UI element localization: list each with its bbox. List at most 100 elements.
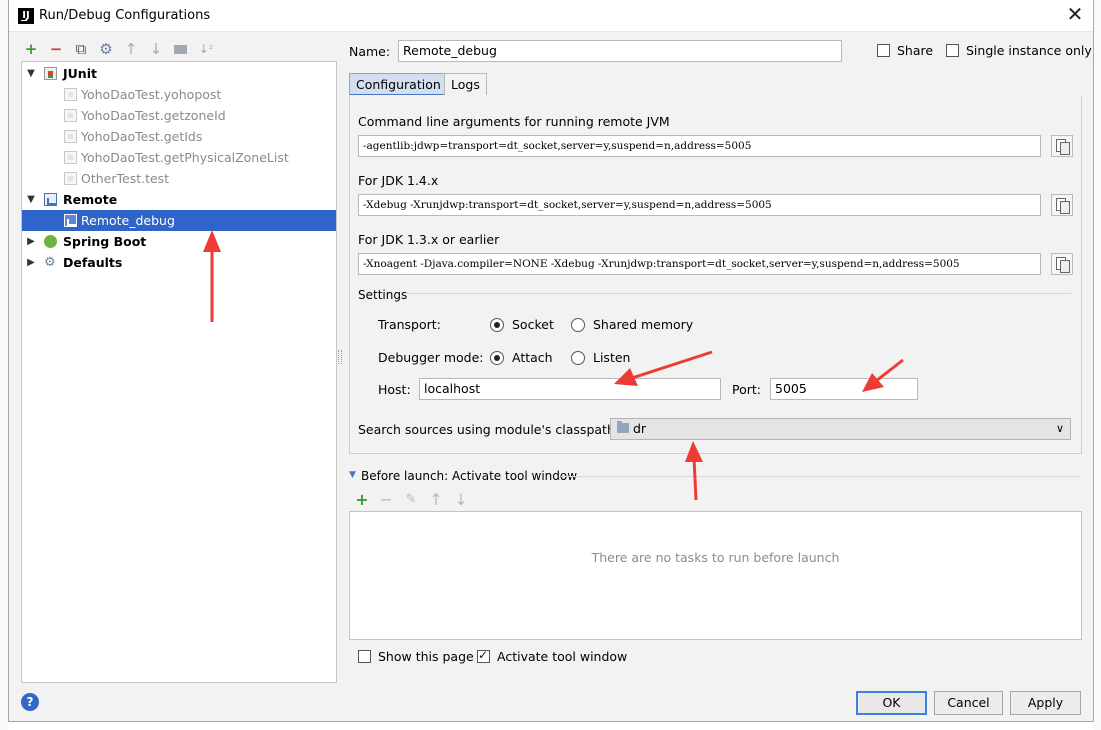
remote-icon [64, 214, 77, 227]
close-icon[interactable]: ✕ [1065, 4, 1085, 25]
tree-item-label: Remote_debug [81, 213, 175, 228]
tree-node-remote[interactable]: ▼ Remote [22, 189, 336, 210]
module-classpath-value: dr [633, 421, 647, 436]
mode-attach-radio[interactable] [490, 351, 504, 365]
transport-socket-radio[interactable] [490, 318, 504, 332]
tree-item-test[interactable]: YohoDaoTest.getzoneId [22, 105, 336, 126]
test-config-icon [64, 151, 77, 164]
chevron-right-icon[interactable]: ▶ [25, 231, 37, 252]
tab-configuration[interactable]: Configuration [349, 73, 448, 96]
tree-node-defaults[interactable]: ▶ ⚙ Defaults [22, 252, 336, 273]
collapse-triangle-icon[interactable]: ▼ [349, 470, 356, 480]
classpath-label: Search sources using module's classpath: [358, 422, 620, 437]
tab-logs[interactable]: Logs [444, 73, 487, 96]
ok-button[interactable]: OK [856, 691, 927, 715]
share-checkbox[interactable] [877, 44, 890, 57]
tree-item-label: OtherTest.test [81, 171, 170, 186]
jdk13-label: For JDK 1.3.x or earlier [358, 232, 500, 247]
host-label: Host: [378, 382, 411, 397]
sort-icon[interactable]: ↓ᶻ [197, 40, 215, 58]
tree-node-spring-boot[interactable]: ▶ Spring Boot [22, 231, 336, 252]
single-instance-checkbox[interactable] [946, 44, 959, 57]
apply-button[interactable]: Apply [1010, 691, 1081, 715]
before-launch-title[interactable]: Before launch: Activate tool window [361, 469, 577, 483]
copy-icon[interactable] [1051, 135, 1073, 157]
add-icon[interactable]: + [22, 40, 40, 58]
name-label: Name: [349, 44, 391, 59]
intellij-app-icon: IJ [18, 8, 34, 24]
tree-item-test[interactable]: OtherTest.test [22, 168, 336, 189]
tree-item-remote-debug[interactable]: Remote_debug [22, 210, 336, 231]
tree-label-junit: JUnit [63, 66, 97, 81]
folder-icon[interactable] [172, 40, 190, 58]
edit-icon[interactable]: ✎ [404, 493, 418, 507]
wrench-icon: ⚙ [44, 255, 56, 270]
share-label: Share [897, 43, 934, 58]
tree-node-junit[interactable]: ▼ JUnit [22, 63, 336, 84]
tree-item-label: YohoDaoTest.yohopost [81, 87, 222, 102]
mode-listen-radio[interactable] [571, 351, 585, 365]
tree-item-test[interactable]: YohoDaoTest.getPhysicalZoneList [22, 147, 336, 168]
move-up-icon[interactable]: ↑ [429, 492, 443, 508]
show-page-label: Show this page [378, 649, 474, 664]
test-config-icon [64, 130, 77, 143]
copy-icon[interactable]: ⧉ [72, 40, 90, 58]
move-down-icon[interactable]: ↓ [147, 40, 165, 58]
cmdline-field[interactable]: -agentlib:jdwp=transport=dt_socket,serve… [358, 135, 1041, 157]
background-editor-left [0, 0, 8, 730]
jdk14-field[interactable]: -Xdebug -Xrunjdwp:transport=dt_socket,se… [358, 194, 1041, 216]
wrench-icon[interactable]: ⚙ [97, 40, 115, 58]
before-launch-task-list[interactable]: There are no tasks to run before launch [349, 511, 1082, 640]
tree-label-defaults: Defaults [63, 255, 123, 270]
background-editor-right [1094, 0, 1101, 730]
junit-icon [44, 67, 57, 80]
move-down-icon[interactable]: ↓ [454, 492, 468, 508]
test-config-icon [64, 109, 77, 122]
host-input[interactable]: localhost [419, 378, 721, 400]
single-instance-label: Single instance only [966, 43, 1092, 58]
test-config-icon [64, 172, 77, 185]
tree-item-label: YohoDaoTest.getIds [81, 129, 203, 144]
chevron-down-icon[interactable]: ▼ [25, 189, 37, 210]
mode-attach-label: Attach [512, 350, 553, 365]
port-label: Port: [732, 382, 761, 397]
copy-icon[interactable] [1051, 194, 1073, 216]
remove-icon[interactable]: − [379, 492, 393, 508]
transport-shared-label: Shared memory [593, 317, 694, 332]
port-input[interactable]: 5005 [770, 378, 918, 400]
jdk14-label: For JDK 1.4.x [358, 173, 439, 188]
debugger-mode-label: Debugger mode: [378, 350, 484, 365]
chevron-right-icon[interactable]: ▶ [25, 252, 37, 273]
activate-tool-window-label: Activate tool window [497, 649, 628, 664]
name-input[interactable]: Remote_debug [398, 40, 842, 62]
transport-shared-radio[interactable] [571, 318, 585, 332]
move-up-icon[interactable]: ↑ [122, 40, 140, 58]
chevron-down-icon[interactable]: ▼ [25, 63, 37, 84]
tree-item-label: YohoDaoTest.getPhysicalZoneList [81, 150, 289, 165]
mode-listen-label: Listen [593, 350, 631, 365]
show-page-checkbox[interactable] [358, 650, 371, 663]
add-icon[interactable]: + [355, 492, 369, 508]
transport-label: Transport: [378, 317, 441, 332]
remove-icon[interactable]: − [47, 40, 65, 58]
splitter-handle[interactable] [338, 350, 342, 364]
spring-boot-icon [44, 235, 57, 248]
transport-socket-label: Socket [512, 317, 554, 332]
tree-item-test[interactable]: YohoDaoTest.yohopost [22, 84, 336, 105]
cancel-button[interactable]: Cancel [934, 691, 1003, 715]
cmdline-label: Command line arguments for running remot… [358, 114, 670, 129]
tree-item-label: YohoDaoTest.getzoneId [81, 108, 226, 123]
before-launch-divider [561, 476, 1081, 477]
run-debug-dialog: IJ Run/Debug Configurations ✕ + − ⧉ ⚙ ↑ … [8, 0, 1094, 722]
activate-tool-window-checkbox[interactable] [477, 648, 490, 663]
settings-divider [407, 293, 1071, 294]
test-config-icon [64, 88, 77, 101]
jdk13-field[interactable]: -Xnoagent -Djava.compiler=NONE -Xdebug -… [358, 253, 1041, 275]
module-folder-icon [617, 421, 629, 433]
configuration-tree[interactable]: ▼ JUnit YohoDaoTest.yohopost YohoDaoTest… [21, 61, 337, 683]
tree-item-test[interactable]: YohoDaoTest.getIds [22, 126, 336, 147]
help-button[interactable]: ? [21, 693, 39, 711]
copy-icon[interactable] [1051, 253, 1073, 275]
remote-icon [44, 193, 57, 206]
module-classpath-select[interactable]: dr ∨ [610, 418, 1071, 440]
